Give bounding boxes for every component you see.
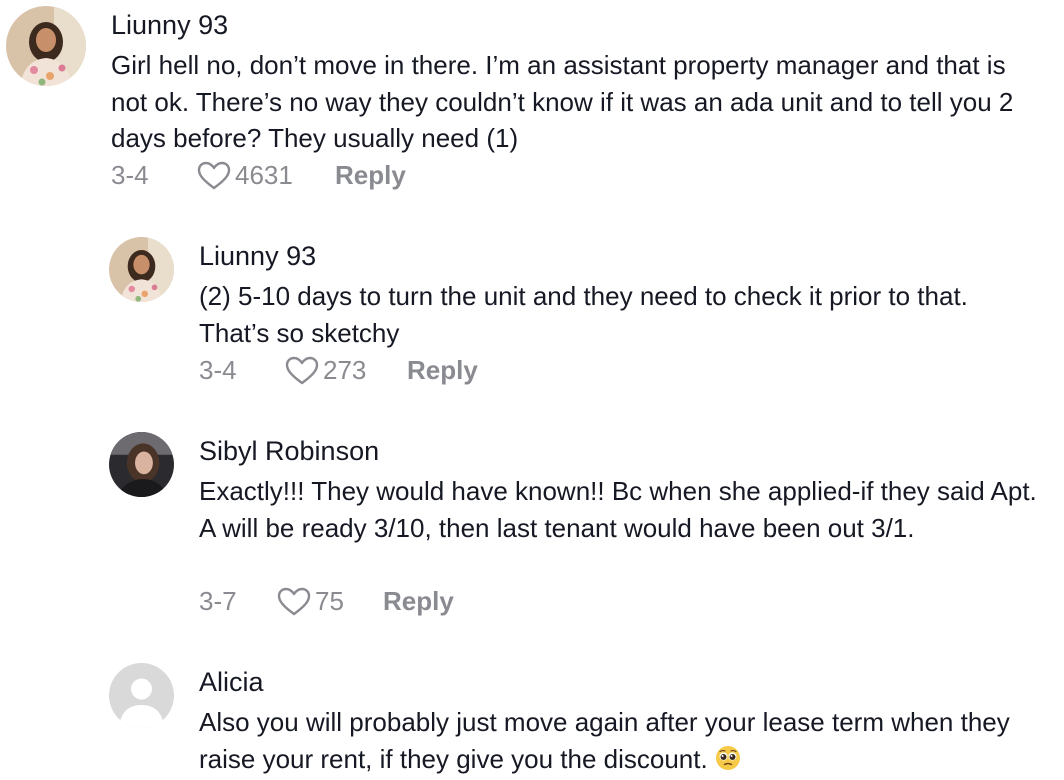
comment-username[interactable]: Alicia xyxy=(199,667,264,698)
reply-comment: Alicia Also you will probably just move … xyxy=(0,656,1064,780)
comment-date: 3-7 xyxy=(199,586,237,616)
comment-username[interactable]: Liunny 93 xyxy=(199,241,316,272)
avatar[interactable] xyxy=(109,237,174,302)
heart-icon[interactable] xyxy=(197,161,231,191)
like-button[interactable]: 75 xyxy=(277,586,344,617)
heart-icon[interactable] xyxy=(277,587,311,617)
comment-meta: 3-4 4631 Reply xyxy=(111,160,511,196)
reply-button[interactable]: Reply xyxy=(335,160,406,191)
avatar[interactable] xyxy=(109,432,174,497)
comment-meta: 3-7 75 Reply xyxy=(199,586,599,622)
comments-panel: Liunny 93 Girl hell no, don’t move in th… xyxy=(0,0,1064,780)
like-button[interactable]: 4631 xyxy=(197,160,293,191)
like-count: 75 xyxy=(315,586,344,616)
comment-username[interactable]: Sibyl Robinson xyxy=(199,436,379,467)
like-button[interactable]: 273 xyxy=(285,355,366,386)
comment-username[interactable]: Liunny 93 xyxy=(111,10,228,41)
comment-date: 3-4 xyxy=(111,160,149,190)
heart-icon[interactable] xyxy=(285,356,319,386)
comment-text: Exactly!!! They would have known!! Bc wh… xyxy=(199,476,1037,543)
comment-text-body: Also you will probably just move again a… xyxy=(199,707,1010,774)
reply-comment: Liunny 93 (2) 5-10 days to turn the unit… xyxy=(0,230,1064,405)
like-count: 4631 xyxy=(235,160,293,190)
avatar[interactable] xyxy=(6,6,86,86)
comment-date: 3-4 xyxy=(199,355,237,385)
comment-text: (2) 5-10 days to turn the unit and they … xyxy=(199,281,968,348)
comment-text: Also you will probably just move again a… xyxy=(199,704,1044,777)
comment: Liunny 93 Girl hell no, don’t move in th… xyxy=(0,0,1064,210)
comment-text: Girl hell no, don’t move in there. I’m a… xyxy=(111,50,1014,153)
default-avatar-icon[interactable] xyxy=(109,663,174,728)
comment-meta: 3-4 273 Reply xyxy=(199,355,599,391)
reply-comment: Sibyl Robinson Exactly!!! They would hav… xyxy=(0,425,1064,640)
like-count: 273 xyxy=(323,355,367,385)
reply-button[interactable]: Reply xyxy=(407,355,478,386)
reply-button[interactable]: Reply xyxy=(383,586,454,617)
pleading-face-emoji xyxy=(715,744,741,770)
